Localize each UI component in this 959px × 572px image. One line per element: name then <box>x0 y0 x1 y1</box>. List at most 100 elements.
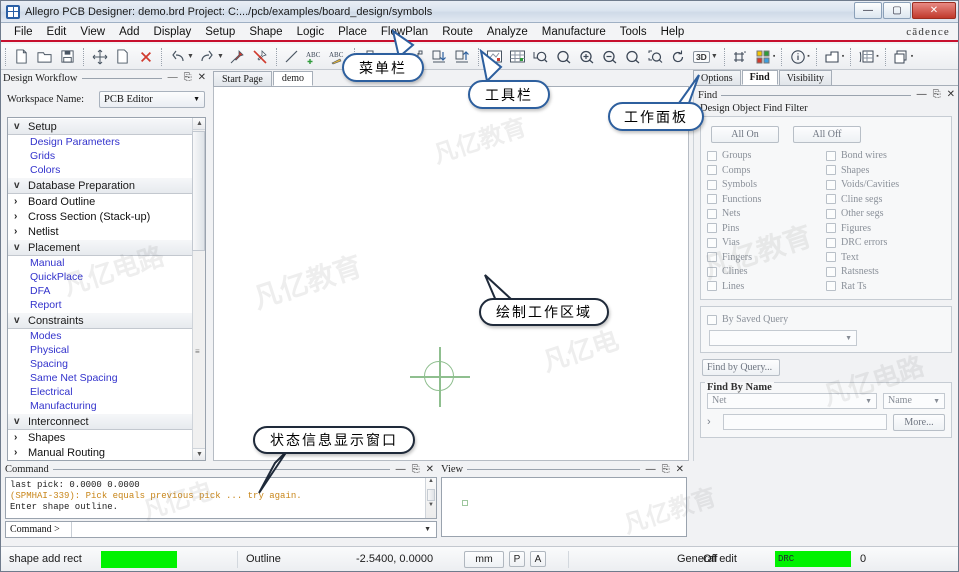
menu-item-logic[interactable]: Logic <box>290 25 332 39</box>
find-filter-voids-cavities[interactable]: Voids/Cavities <box>826 178 945 192</box>
workflow-link-same-net-spacing[interactable]: Same Net Spacing <box>8 371 192 385</box>
workflow-group-interconnect[interactable]: v Interconnect <box>8 413 192 430</box>
checkbox-symbols[interactable] <box>707 179 717 190</box>
saved-query-select[interactable]: ▼ <box>709 329 857 346</box>
workflow-node-manual-routing[interactable]: › Manual Routing <box>8 445 192 460</box>
zoom-region-icon[interactable] <box>645 46 666 67</box>
export-icon[interactable] <box>452 46 473 67</box>
find-by-query-button[interactable]: Find by Query... <box>702 358 780 376</box>
workflow-link-report[interactable]: Report <box>8 298 192 312</box>
scroll-thumb[interactable] <box>192 131 205 251</box>
checkbox-functions[interactable] <box>707 194 717 205</box>
workflow-link-quickplace[interactable]: QuickPlace <box>8 270 192 284</box>
find-filter-figures[interactable]: Figures <box>826 222 945 236</box>
expand-name-list-icon[interactable]: › <box>707 416 717 428</box>
float-panel-icon[interactable]: ⎘ <box>933 90 941 100</box>
menu-item-place[interactable]: Place <box>331 25 374 39</box>
undo-dropdown-arrow[interactable]: ▼ <box>187 53 194 60</box>
workflow-link-dfa[interactable]: DFA <box>8 284 192 298</box>
workflow-group-placement[interactable]: v Placement <box>8 239 192 256</box>
menu-item-shape[interactable]: Shape <box>242 25 289 39</box>
find-name-input[interactable] <box>723 414 887 430</box>
checkbox-voids-cavities[interactable] <box>826 179 836 190</box>
checkbox-vias[interactable] <box>707 237 717 248</box>
copy-icon[interactable] <box>112 46 133 67</box>
all-on-button[interactable]: All On <box>711 126 779 143</box>
close-panel-icon[interactable]: ✕ <box>198 73 206 83</box>
find-filter-vias[interactable]: Vias <box>707 236 826 250</box>
delete-icon[interactable] <box>135 46 156 67</box>
pin-icon[interactable] <box>227 46 248 67</box>
twisty-collapsed-icon[interactable]: › <box>14 226 28 237</box>
find-filter-lines[interactable]: Lines <box>707 280 826 294</box>
all-off-button[interactable]: All Off <box>793 126 861 143</box>
drawing-canvas[interactable] <box>213 87 689 461</box>
checkbox-clines[interactable] <box>707 266 717 277</box>
find-filter-comps[interactable]: Comps <box>707 164 826 178</box>
find-filter-nets[interactable]: Nets <box>707 207 826 221</box>
units-button[interactable]: mm <box>464 550 504 568</box>
by-saved-query-checkbox[interactable] <box>707 314 717 325</box>
3d-dropdown-arrow[interactable]: ▼ <box>711 53 718 60</box>
move-icon[interactable] <box>89 46 110 67</box>
find-filter-other-segs[interactable]: Other segs <box>826 207 945 221</box>
workflow-link-manufacturing[interactable]: Manufacturing <box>8 399 192 413</box>
close-panel-icon[interactable]: ✕ <box>426 464 434 475</box>
scroll-up-icon[interactable]: ▲ <box>193 118 205 130</box>
find-filter-pins[interactable]: Pins <box>707 222 826 236</box>
new-file-icon[interactable] <box>11 46 32 67</box>
zoom-previous-icon[interactable] <box>622 46 643 67</box>
find-filter-text[interactable]: Text <box>826 251 945 265</box>
checkbox-other-segs[interactable] <box>826 208 836 219</box>
checkbox-rat-ts[interactable] <box>826 281 836 292</box>
grid-icon[interactable] <box>730 46 751 67</box>
color-palette-icon[interactable] <box>753 46 774 67</box>
command-output-scrollbar[interactable]: ▲ ▼ <box>425 478 436 518</box>
minimize-button[interactable]: — <box>854 2 882 19</box>
canvas-tab-start-page[interactable]: Start Page <box>213 71 272 86</box>
float-panel-icon[interactable]: ⎘ <box>412 464 420 475</box>
3d-view-icon[interactable]: 3D <box>691 46 712 67</box>
checkbox-figures[interactable] <box>826 223 836 234</box>
workflow-node-board-outline[interactable]: › Board Outline <box>8 194 192 209</box>
zoom-in-icon[interactable] <box>576 46 597 67</box>
minimize-panel-icon[interactable]: — <box>646 464 656 475</box>
menu-item-edit[interactable]: Edit <box>40 25 74 39</box>
workflow-group-database-preparation[interactable]: v Database Preparation <box>8 177 192 194</box>
find-filter-fingers[interactable]: Fingers <box>707 251 826 265</box>
twisty-collapsed-icon[interactable]: › <box>14 432 28 443</box>
open-folder-icon[interactable] <box>34 46 55 67</box>
workflow-tree-scrollbar[interactable]: ▲ ≡ ▼ <box>192 118 205 460</box>
workflow-node-netlist[interactable]: › Netlist <box>8 224 192 239</box>
right-tab-find[interactable]: Find <box>741 70 778 85</box>
float-panel-icon[interactable]: ⎘ <box>184 73 192 83</box>
float-panel-icon[interactable]: ⎘ <box>662 464 670 475</box>
find-filter-groups[interactable]: Groups <box>707 149 826 163</box>
workflow-link-modes[interactable]: Modes <box>8 329 192 343</box>
workflow-link-manual[interactable]: Manual <box>8 256 192 270</box>
checkbox-drc-errors[interactable] <box>826 237 836 248</box>
checkbox-cline-segs[interactable] <box>826 194 836 205</box>
view-thumbnail[interactable] <box>441 477 687 537</box>
workflow-tree[interactable]: v Setup Design Parameters Grids Colors v Datab… <box>7 117 206 461</box>
redo-icon[interactable] <box>197 46 218 67</box>
close-panel-icon[interactable]: ✕ <box>676 464 684 475</box>
command-history-dropdown-icon[interactable]: ▼ <box>424 526 436 533</box>
zoom-by-points-icon[interactable] <box>530 46 551 67</box>
pick-mode-button[interactable]: P <box>509 551 525 567</box>
menu-item-display[interactable]: Display <box>147 25 199 39</box>
info-icon[interactable] <box>787 46 808 67</box>
workflow-link-grids[interactable]: Grids <box>8 149 192 163</box>
twisty-collapsed-icon[interactable]: › <box>14 196 28 207</box>
right-tab-visibility[interactable]: Visibility <box>778 70 832 85</box>
workflow-link-design-parameters[interactable]: Design Parameters <box>8 135 192 149</box>
scroll-down-icon[interactable]: ▼ <box>193 448 205 460</box>
checkbox-fingers[interactable] <box>707 252 717 263</box>
find-filter-drc-errors[interactable]: DRC errors <box>826 236 945 250</box>
find-filter-bond-wires[interactable]: Bond wires <box>826 149 945 163</box>
find-filter-cline-segs[interactable]: Cline segs <box>826 193 945 207</box>
twisty-collapsed-icon[interactable]: › <box>14 447 28 458</box>
find-filter-rat-ts[interactable]: Rat Ts <box>826 280 945 294</box>
shape-dropdown-arrow[interactable]: ▪ <box>842 53 844 60</box>
scroll-down-icon[interactable]: ▼ <box>426 502 436 512</box>
